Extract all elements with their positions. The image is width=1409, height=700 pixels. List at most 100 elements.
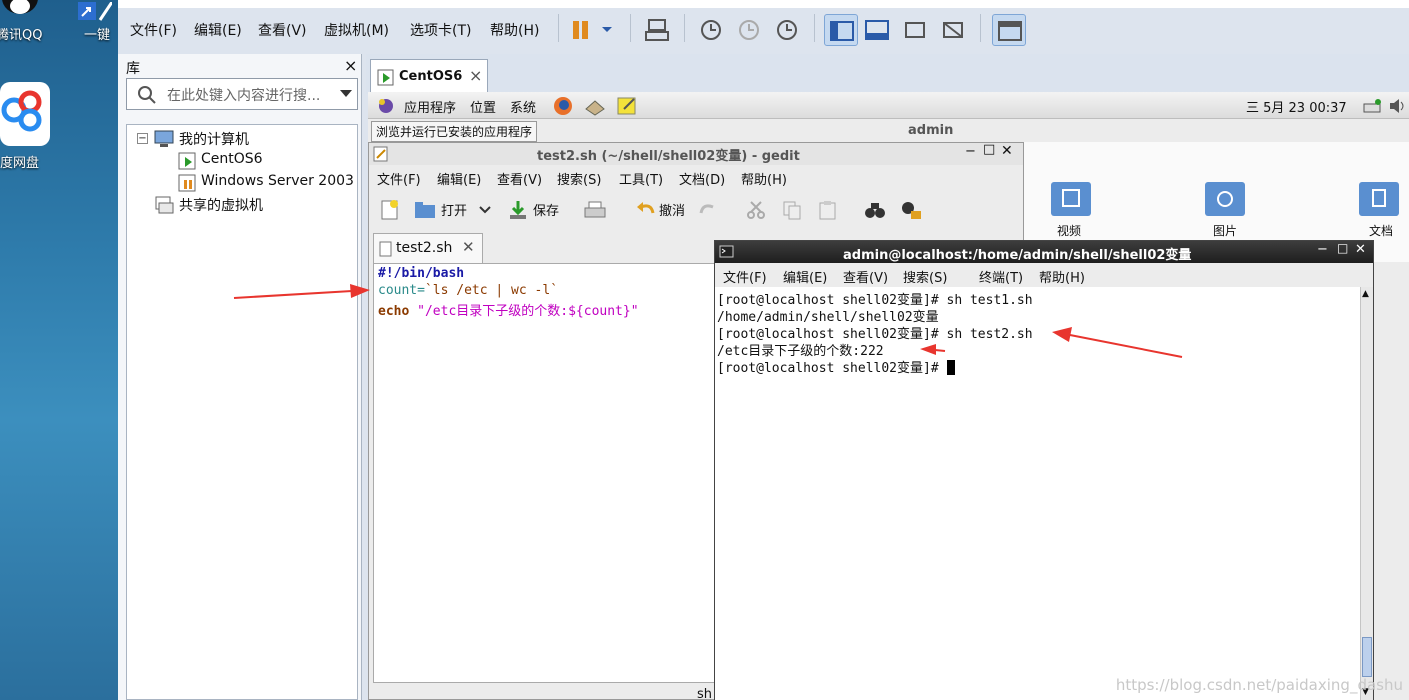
- menu-tabs[interactable]: 选项卡(T): [410, 20, 471, 40]
- show-library-icon[interactable]: [824, 14, 858, 46]
- panel-menu-places[interactable]: 位置: [470, 97, 496, 116]
- terminal-output[interactable]: [root@localhost shell02变量]# sh test1.sh …: [715, 287, 1360, 700]
- close-icon[interactable]: ✕: [1355, 242, 1366, 257]
- echo-string: "/etc目录下子级的个数:${count}": [409, 304, 639, 319]
- mail-icon[interactable]: [584, 95, 606, 117]
- gedit-menu-help[interactable]: 帮助(H): [741, 169, 787, 188]
- code-line-1: #!/bin/bash: [378, 266, 464, 281]
- save-icon[interactable]: [507, 199, 529, 221]
- library-close-button[interactable]: ×: [344, 56, 357, 75]
- snapshot-take-icon[interactable]: [694, 14, 728, 46]
- gedit-menu-documents[interactable]: 文档(D): [679, 169, 725, 188]
- maximize-icon[interactable]: □: [983, 142, 995, 157]
- menu-vm[interactable]: 虚拟机(M): [324, 20, 389, 40]
- notes-icon[interactable]: [616, 95, 638, 117]
- menu-file[interactable]: 文件(F): [130, 20, 177, 40]
- paste-icon[interactable]: [817, 199, 839, 221]
- find-icon[interactable]: [863, 199, 887, 221]
- tree-vm-windows-server[interactable]: Windows Server 2003: [201, 173, 354, 189]
- replace-icon[interactable]: [899, 199, 923, 221]
- chevron-down-icon[interactable]: [596, 14, 618, 46]
- tree-my-computer[interactable]: 我的计算机: [179, 129, 249, 149]
- volume-icon[interactable]: [1388, 96, 1408, 116]
- panel-menu-system[interactable]: 系统: [510, 97, 536, 116]
- tab-close-icon[interactable]: ×: [469, 66, 482, 85]
- firefox-icon[interactable]: [552, 95, 574, 117]
- tree-vm-centos6[interactable]: CentOS6: [201, 151, 263, 167]
- collapse-icon[interactable]: −: [137, 133, 148, 144]
- terminal-prompt-line: [root@localhost shell02变量]#: [717, 357, 955, 376]
- maximize-icon[interactable]: □: [1337, 241, 1348, 255]
- terminal-menu-terminal[interactable]: 终端(T): [979, 267, 1023, 286]
- guest-screen[interactable]: 应用程序 位置 系统 三 5月 23 00:37 浏览并运行已安装的应用程序 a…: [368, 92, 1409, 700]
- library-search-input[interactable]: 在此处键入内容进行搜...: [126, 78, 358, 110]
- qq-icon[interactable]: [0, 0, 44, 16]
- desktop-user-label: admin: [908, 123, 954, 138]
- terminal-menu-search[interactable]: 搜索(S): [903, 267, 947, 286]
- redo-icon[interactable]: [697, 199, 719, 221]
- gedit-menu-edit[interactable]: 编辑(E): [437, 169, 481, 188]
- gedit-titlebar[interactable]: test2.sh (~/shell/shell02变量) - gedit − □…: [369, 142, 1023, 165]
- folder-pictures-icon[interactable]: [1203, 178, 1247, 218]
- pause-button[interactable]: [566, 14, 600, 46]
- tree-shared-vms[interactable]: 共享的虚拟机: [179, 195, 263, 215]
- toolbar-separator: [630, 14, 631, 42]
- terminal-menu-view[interactable]: 查看(V): [843, 267, 888, 286]
- fullscreen-icon[interactable]: [898, 14, 932, 46]
- text-file-icon: [379, 241, 392, 257]
- undo-button[interactable]: 撤消: [659, 200, 685, 219]
- terminal-scrollbar[interactable]: ▲ ▼: [1360, 287, 1373, 700]
- thumbnail-bar-icon[interactable]: [860, 14, 894, 46]
- folder-videos-label: 视频: [1057, 224, 1082, 238]
- gedit-menu-view[interactable]: 查看(V): [497, 169, 542, 188]
- gedit-menu-search[interactable]: 搜索(S): [557, 169, 601, 188]
- snapshot-revert-icon[interactable]: [732, 14, 766, 46]
- terminal-titlebar[interactable]: admin@localhost:/home/admin/shell/shell0…: [715, 241, 1373, 263]
- library-tree: − 我的计算机 CentOS6 Windows Server 2003 共享的虚…: [126, 124, 358, 700]
- unity-icon[interactable]: [936, 14, 970, 46]
- open-button[interactable]: 打开: [441, 200, 467, 219]
- send-keys-icon[interactable]: [640, 14, 674, 46]
- vm-tab-bar: CentOS6 ×: [366, 54, 1409, 94]
- terminal-menu-help[interactable]: 帮助(H): [1039, 267, 1085, 286]
- save-button[interactable]: 保存: [533, 200, 559, 219]
- scroll-up-icon[interactable]: ▲: [1362, 289, 1369, 299]
- command-substitution: `ls /etc | wc -l`: [424, 283, 559, 298]
- open-folder-icon[interactable]: [413, 199, 437, 221]
- network-icon[interactable]: [1362, 96, 1384, 116]
- new-document-icon[interactable]: [379, 199, 401, 221]
- gedit-tab-test2[interactable]: test2.sh ✕: [373, 233, 483, 263]
- copy-icon[interactable]: [781, 199, 803, 221]
- close-icon[interactable]: ✕: [1001, 143, 1013, 159]
- minimize-icon[interactable]: −: [1317, 242, 1328, 257]
- chevron-down-icon[interactable]: [339, 89, 353, 99]
- tab-centos6[interactable]: CentOS6 ×: [370, 59, 488, 94]
- library-panel: 库 × 在此处键入内容进行搜... − 我的计算机 CentOS6 Window…: [118, 54, 362, 700]
- menu-view[interactable]: 查看(V): [258, 20, 307, 40]
- gedit-tab-label: test2.sh: [396, 240, 453, 256]
- console-view-icon[interactable]: [992, 14, 1026, 46]
- close-icon[interactable]: ✕: [462, 238, 475, 256]
- terminal-title: admin@localhost:/home/admin/shell/shell0…: [843, 248, 1192, 263]
- baidu-netdisk-icon[interactable]: [0, 82, 50, 146]
- undo-icon[interactable]: [635, 199, 657, 221]
- shortcut-icon[interactable]: [78, 1, 114, 22]
- gedit-menu-file[interactable]: 文件(F): [377, 169, 421, 188]
- menu-help[interactable]: 帮助(H): [490, 20, 539, 40]
- chevron-down-icon[interactable]: [479, 205, 491, 215]
- folder-documents-icon[interactable]: [1357, 178, 1401, 218]
- minimize-icon[interactable]: −: [965, 144, 976, 159]
- terminal-prompt: [root@localhost shell02变量]#: [717, 361, 947, 376]
- panel-menu-applications[interactable]: 应用程序: [404, 97, 456, 116]
- snapshot-manager-icon[interactable]: [770, 14, 804, 46]
- vmware-top-edge: [118, 0, 1409, 8]
- cut-icon[interactable]: [745, 199, 767, 221]
- gedit-menu-tools[interactable]: 工具(T): [619, 169, 663, 188]
- folder-videos-icon[interactable]: [1049, 178, 1093, 218]
- menu-edit[interactable]: 编辑(E): [194, 20, 242, 40]
- terminal-menu-edit[interactable]: 编辑(E): [783, 267, 827, 286]
- print-icon[interactable]: [583, 199, 607, 221]
- panel-clock[interactable]: 三 5月 23 00:37: [1246, 97, 1347, 116]
- terminal-menu-file[interactable]: 文件(F): [723, 267, 767, 286]
- scrollbar-thumb[interactable]: [1362, 637, 1372, 677]
